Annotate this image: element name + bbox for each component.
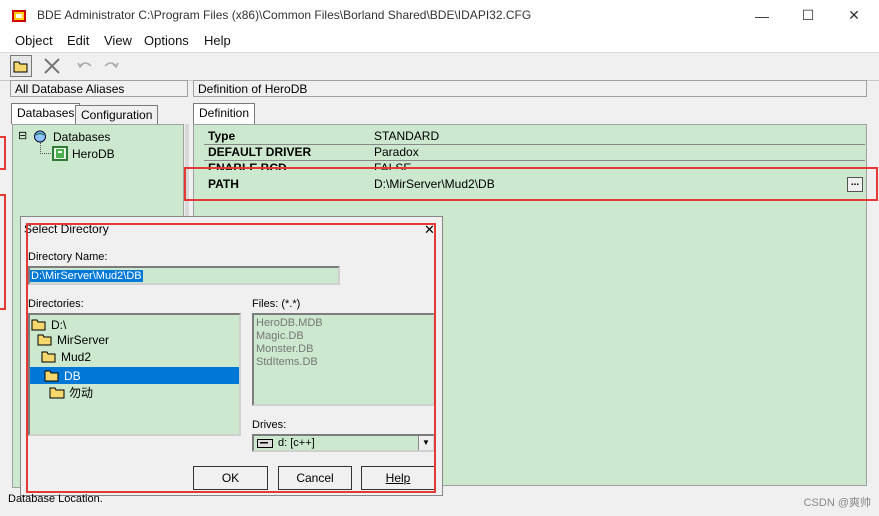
property-key: Type xyxy=(208,129,236,143)
property-key: DEFAULT DRIVER xyxy=(208,145,312,159)
watermark-text: CSDN @爽帅 xyxy=(803,497,871,509)
menu-edit[interactable]: Edit xyxy=(67,33,89,48)
property-value: Paradox xyxy=(374,145,419,159)
open-folder-icon[interactable] xyxy=(10,55,32,77)
menu-options[interactable]: Options xyxy=(144,33,189,48)
definition-header: Definition of HeroDB xyxy=(193,80,867,97)
menu-view[interactable]: View xyxy=(104,33,132,48)
tab-databases[interactable]: Databases xyxy=(11,103,81,124)
redo-icon[interactable] xyxy=(100,55,122,77)
tree-connector xyxy=(40,142,51,154)
window-title: BDE Administrator C:\Program Files (x86)… xyxy=(37,8,532,22)
tab-definition[interactable]: Definition xyxy=(193,103,256,124)
undo-icon[interactable] xyxy=(74,55,96,77)
toolbar xyxy=(0,52,879,81)
menu-help[interactable]: Help xyxy=(204,33,231,48)
minimize-button[interactable]: — xyxy=(739,0,785,31)
property-value: STANDARD xyxy=(374,129,440,143)
path-highlight-box xyxy=(184,167,878,201)
tree-item-herodb[interactable]: HeroDB xyxy=(72,147,115,161)
tab-configuration[interactable]: Configuration xyxy=(75,105,159,124)
edge-highlight-fragment xyxy=(0,136,6,170)
menu-object[interactable]: Object xyxy=(15,33,53,48)
tree-root-databases[interactable]: Databases xyxy=(53,130,110,144)
bde-app-icon xyxy=(11,8,27,24)
property-row-default-driver[interactable]: DEFAULT DRIVER Paradox xyxy=(204,144,865,161)
maximize-button[interactable]: ☐ xyxy=(785,0,831,31)
dialog-highlight-box xyxy=(26,223,436,493)
property-row-type[interactable]: Type STANDARD xyxy=(204,128,865,145)
close-button[interactable]: ✕ xyxy=(831,0,877,31)
status-bar-text: Database Location. xyxy=(8,493,103,505)
tree-expander-icon[interactable]: ⊟ xyxy=(18,129,27,142)
delete-x-icon[interactable] xyxy=(41,55,63,77)
aliases-header: All Database Aliases xyxy=(10,80,188,97)
edge-highlight-fragment xyxy=(0,194,6,310)
herodb-db-icon xyxy=(52,146,68,161)
